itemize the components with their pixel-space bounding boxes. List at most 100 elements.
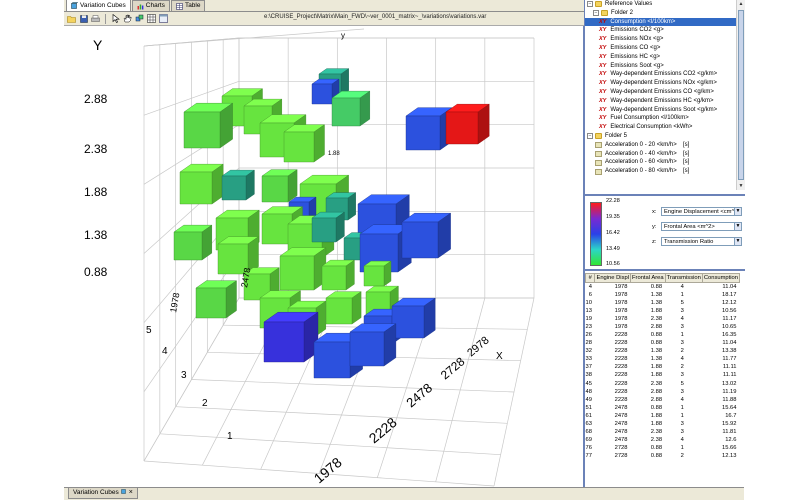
table-row[interactable]: 61 2478 1.88 1 16.7 [586, 412, 740, 420]
table-row[interactable]: 68 2478 2.38 3 11.81 [586, 428, 740, 436]
tree-item[interactable]: Acceleration 0 - 60 <km/h> [s] [585, 158, 745, 167]
table-row[interactable]: 45 2228 2.38 5 13.02 [586, 380, 740, 388]
table-row[interactable]: 4 1978 0.88 4 11.04 [586, 283, 740, 292]
variation-cube[interactable] [283, 124, 326, 163]
print-icon[interactable] [91, 14, 100, 23]
x-axis-select[interactable]: x: Engine Displacement <cm^ ▼ [652, 207, 742, 216]
variation-cube[interactable] [405, 107, 453, 151]
tab-variation-cubes[interactable]: Variation Cubes [66, 0, 131, 11]
tree-item[interactable]: XY Emissions NOx <g> [585, 35, 745, 44]
variation-cube[interactable] [279, 247, 327, 291]
collapse-icon[interactable]: − [587, 1, 593, 8]
table-row[interactable]: 77 2728 0.88 2 12.13 [586, 452, 740, 460]
tab-table[interactable]: Table [170, 0, 206, 11]
table-row[interactable]: 37 2228 1.88 2 11.11 [586, 363, 740, 371]
tree-item[interactable]: XY Emissions Soot <g> [585, 62, 745, 71]
table-row[interactable]: 26 2228 0.88 1 16.35 [586, 331, 740, 339]
chevron-down-icon[interactable]: ▼ [734, 238, 741, 245]
variation-cube[interactable] [391, 297, 436, 339]
scroll-up-icon[interactable]: ▲ [737, 0, 745, 8]
variation-cube[interactable] [325, 291, 362, 325]
table-row[interactable]: 32 2228 1.38 2 13.38 [586, 347, 740, 355]
table-view-icon[interactable] [159, 14, 168, 23]
tree-item[interactable]: XY Way-dependent Emissions CO2 <g/km> [585, 70, 745, 79]
table-row[interactable]: 28 2228 0.88 3 11.04 [586, 339, 740, 347]
save-icon[interactable] [79, 14, 88, 23]
pointer-icon[interactable] [111, 14, 120, 23]
chevron-down-icon[interactable]: ▼ [734, 223, 741, 230]
table-row[interactable]: 10 1978 1.38 5 12.12 [586, 299, 740, 307]
tree-item[interactable]: XY Emissions CO <g> [585, 44, 745, 53]
column-header[interactable]: Consumption [701, 273, 741, 283]
table-row[interactable]: 76 2728 0.88 1 15.66 [586, 444, 740, 452]
variation-cube[interactable] [363, 260, 392, 287]
table-row[interactable]: 48 2228 2.88 3 11.19 [586, 388, 740, 396]
bottom-tab-variation-cubes[interactable]: Variation Cubes × [68, 488, 138, 499]
variation-cube[interactable] [183, 102, 234, 149]
grid-view-icon[interactable] [147, 14, 156, 23]
variation-cube[interactable] [261, 169, 298, 203]
axis-value[interactable]: Frontal Area <m^2> ▼ [661, 222, 742, 231]
variation-cube[interactable] [179, 163, 224, 205]
axis-value[interactable]: Transmission Ratio ▼ [661, 237, 742, 246]
open-folder-icon[interactable] [67, 14, 76, 23]
scroll-thumb[interactable] [738, 10, 744, 180]
tree-folder-2[interactable]: − Folder 2 [585, 9, 745, 18]
table-cell: 0.88 [650, 284, 663, 290]
table-row[interactable]: 23 1978 2.88 3 10.65 [586, 323, 740, 331]
tree-scrollbar[interactable]: ▲ ▼ [736, 0, 745, 190]
pan-hand-icon[interactable] [123, 14, 132, 23]
variation-cube[interactable] [445, 103, 490, 145]
tree-item[interactable]: XY Consumption <l/100km> [585, 17, 745, 27]
tree-item[interactable]: XY Way-dependent Emissions Soot <g/km> [585, 106, 745, 115]
variation-cube[interactable] [221, 169, 256, 201]
tree-item[interactable]: XY Way-dependent Emissions NOx <g/km> [585, 79, 745, 88]
y-axis-select[interactable]: y: Frontal Area <m^2> ▼ [652, 222, 742, 231]
table-row[interactable]: 13 1978 1.88 3 10.56 [586, 307, 740, 315]
tab-charts[interactable]: Charts [131, 0, 170, 11]
column-header[interactable]: Transmission [664, 273, 703, 283]
cube-face [349, 331, 385, 367]
collapse-icon[interactable]: − [587, 133, 593, 140]
variation-cube[interactable] [173, 224, 213, 261]
tree-root[interactable]: − Reference Values [585, 0, 745, 9]
variation-cubes-plot[interactable]: Y 2.88 2.38 1.88 1.38 0.88 X 1978 2228 2… [64, 26, 584, 487]
tree-item[interactable]: Acceleration 0 - 80 <km/h> [s] [585, 167, 745, 176]
collapse-icon[interactable]: − [593, 10, 599, 17]
rotate-cube-icon[interactable] [135, 14, 144, 23]
table-row[interactable]: 63 2478 1.88 3 15.92 [586, 420, 740, 428]
tree-item[interactable]: Acceleration 0 - 20 <km/h> [s] [585, 141, 745, 150]
tree-item[interactable]: XY Emissions CO2 <g> [585, 26, 745, 35]
variation-cube[interactable] [195, 280, 238, 319]
column-header[interactable]: # [585, 273, 596, 283]
table-row[interactable]: 33 2228 1.38 4 11.77 [586, 355, 740, 363]
scroll-down-icon[interactable]: ▼ [737, 182, 745, 190]
table-row[interactable]: 69 2478 2.38 4 12.6 [586, 436, 740, 444]
column-header[interactable]: Engine Displ [594, 273, 631, 283]
variation-cube[interactable] [349, 323, 397, 367]
table-row[interactable]: 51 2478 0.88 1 15.64 [586, 404, 740, 412]
z-axis-select[interactable]: z: Transmission Ratio ▼ [652, 237, 742, 246]
tree-item[interactable]: XY Fuel Consumption <l/100km> [585, 114, 745, 123]
close-icon[interactable]: × [129, 488, 133, 498]
tree-item[interactable]: XY Emissions HC <g> [585, 53, 745, 62]
table-row[interactable]: 38 2228 1.88 3 11.11 [586, 371, 740, 379]
variation-cube[interactable] [401, 212, 452, 259]
variation-cube[interactable] [331, 90, 371, 127]
tree-item[interactable]: XY Electrical Consumption <kWh> [585, 123, 745, 132]
axis-value[interactable]: Engine Displacement <cm^ ▼ [661, 207, 742, 216]
tree-item[interactable]: XY Way-dependent Emissions CO <g/km> [585, 88, 745, 97]
table-row[interactable]: 19 1978 2.38 4 11.17 [586, 315, 740, 323]
variation-cube[interactable] [311, 211, 346, 243]
table-row[interactable]: 6 1978 1.38 1 18.17 [586, 291, 740, 299]
variation-cube[interactable] [321, 259, 356, 291]
table-cell: 11.88 [722, 396, 737, 403]
tree-item[interactable]: Acceleration 0 - 40 <km/h> [s] [585, 150, 745, 159]
tree-item[interactable]: XY Way-dependent Emissions HC <g/km> [585, 97, 745, 106]
table-cell: 11.77 [722, 356, 737, 363]
tree-folder-5[interactable]: − Folder 5 [585, 132, 745, 141]
chevron-down-icon[interactable]: ▼ [734, 208, 741, 215]
table-row[interactable]: 49 2228 2.88 4 11.88 [586, 396, 740, 404]
column-header[interactable]: Frontal Area [630, 273, 666, 283]
variation-cube[interactable] [263, 311, 319, 363]
